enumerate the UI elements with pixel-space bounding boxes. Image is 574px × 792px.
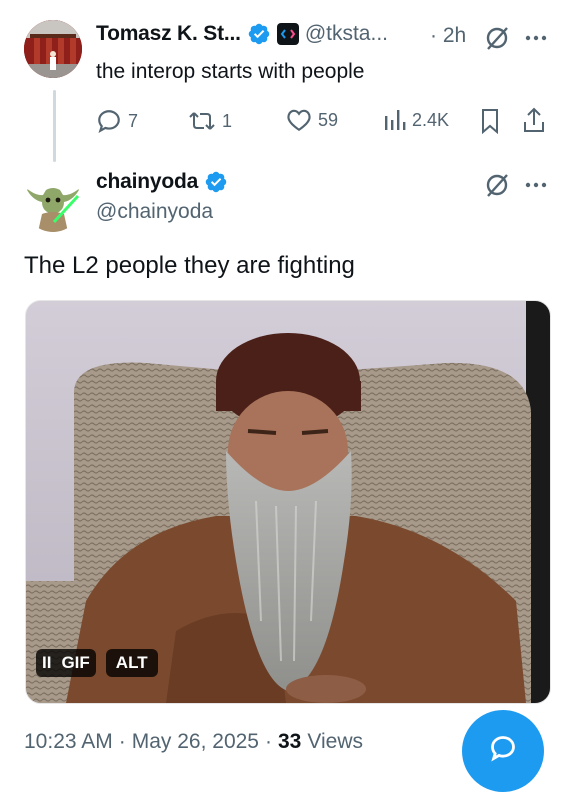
repost-count: 1 — [222, 110, 233, 131]
alt-badge[interactable]: ALT — [105, 649, 158, 677]
avatar-tomasz[interactable] — [24, 20, 82, 78]
repost-button[interactable]: 1 — [188, 108, 232, 134]
community-badge-icon — [276, 23, 299, 45]
main-tweet-text: The L2 people they are fighting — [24, 252, 355, 279]
gif-frame-image — [26, 301, 550, 703]
meta-separator: · — [118, 730, 126, 753]
avatar-chainyoda[interactable] — [24, 174, 82, 232]
meta-separator: · — [265, 730, 272, 753]
thread-connector-line — [53, 90, 56, 162]
verified-badge-icon — [247, 22, 271, 46]
reply-text: the interop starts with people — [96, 60, 365, 83]
views-count: 2.4K — [412, 109, 450, 130]
grok-icon[interactable] — [484, 172, 510, 198]
reply-icon — [96, 108, 122, 134]
gif-label: GIF — [61, 653, 90, 672]
compose-reply-fab[interactable] — [462, 710, 544, 792]
reply-fab-icon — [489, 734, 517, 762]
tweet-meta: 10:23 AM · May 26, 2025 · 33 Views — [24, 730, 363, 754]
views-count: 33 — [278, 730, 302, 753]
gif-pause-button[interactable]: II GIF — [36, 649, 96, 677]
tweet-time[interactable]: 10:23 AM — [24, 730, 113, 754]
like-icon — [286, 108, 312, 132]
like-button[interactable]: 59 — [286, 108, 338, 132]
bookmark-icon[interactable] — [480, 108, 500, 134]
reply-count: 7 — [128, 110, 139, 131]
pause-icon: II — [42, 653, 52, 672]
more-icon[interactable] — [524, 34, 548, 42]
tweet-date[interactable]: May 26, 2025 — [132, 730, 259, 754]
views-icon — [384, 108, 406, 132]
grok-icon[interactable] — [484, 25, 510, 51]
reply-button[interactable]: 7 — [96, 108, 138, 134]
gif-media[interactable]: II GIF ALT — [25, 300, 551, 704]
reply-time[interactable]: · 2h — [430, 24, 466, 48]
views-button[interactable]: 2.4K — [384, 108, 449, 132]
verified-badge-icon — [204, 170, 228, 194]
share-icon[interactable] — [522, 106, 546, 134]
repost-icon — [188, 108, 216, 134]
views-label: Views — [307, 730, 363, 753]
main-display-name[interactable]: chainyoda — [96, 170, 198, 194]
reply-display-name[interactable]: Tomasz K. St... — [96, 22, 241, 46]
reply-handle[interactable]: @tksta... — [305, 22, 388, 46]
main-handle[interactable]: @chainyoda — [96, 200, 213, 224]
more-icon[interactable] — [524, 181, 548, 189]
alt-label: ALT — [115, 653, 148, 672]
like-count: 59 — [318, 109, 339, 130]
